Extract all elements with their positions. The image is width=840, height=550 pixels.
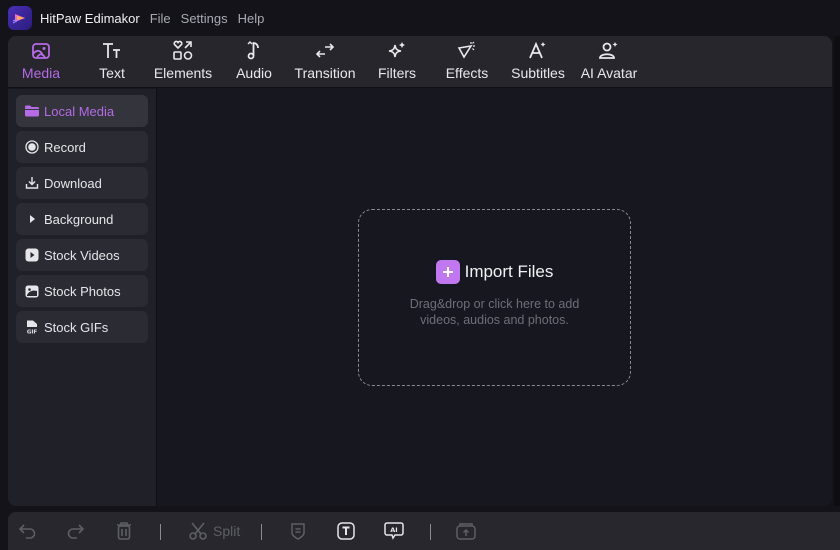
app-logo-icon <box>8 6 32 30</box>
import-hint: Drag&drop or click here to add videos, a… <box>359 296 630 328</box>
tab-label: Transition <box>294 65 356 81</box>
tab-label: Subtitles <box>511 65 565 81</box>
import-hint-line2: videos, audios and photos. <box>420 313 569 327</box>
sidebar-item-stock-gifs[interactable]: GIF Stock GIFs <box>16 311 148 343</box>
title-bar: HitPaw Edimakor File Settings Help <box>0 0 840 36</box>
tab-label: AI Avatar <box>580 65 638 81</box>
split-icon[interactable] <box>188 521 208 541</box>
text-icon <box>100 39 124 63</box>
media-sidebar: Local Media Record Download Background S… <box>8 89 157 506</box>
delete-icon[interactable] <box>114 521 134 541</box>
tab-media[interactable]: Media <box>20 36 62 87</box>
split-label[interactable]: Split <box>213 523 240 539</box>
panel-scrollbar[interactable] <box>834 36 840 506</box>
tab-label: Audio <box>236 65 272 81</box>
tab-subtitles[interactable]: Subtitles <box>510 36 566 87</box>
sidebar-item-background[interactable]: Background <box>16 203 148 235</box>
audio-icon <box>242 39 266 63</box>
media-icon <box>29 39 53 63</box>
export-icon[interactable] <box>456 521 476 541</box>
media-toolbar: Media Text Elements Audio Transition Fil… <box>8 36 832 88</box>
tab-transition[interactable]: Transition <box>295 36 355 87</box>
media-content-area: Import Files Drag&drop or click here to … <box>158 89 832 506</box>
menu-help[interactable]: Help <box>238 11 265 26</box>
text-box-icon[interactable] <box>336 521 356 541</box>
undo-icon[interactable] <box>18 521 38 541</box>
video-icon <box>25 248 39 262</box>
download-icon <box>25 176 39 190</box>
folder-icon <box>25 104 39 118</box>
effects-icon <box>455 39 479 63</box>
app-title: HitPaw Edimakor <box>40 10 140 26</box>
menu-settings[interactable]: Settings <box>181 11 228 26</box>
shield-icon[interactable] <box>288 521 308 541</box>
sidebar-item-label: Record <box>44 139 86 155</box>
ai-avatar-icon <box>597 39 621 63</box>
sidebar-item-label: Local Media <box>44 103 115 119</box>
play-triangle-icon <box>25 212 39 226</box>
photo-icon <box>25 284 39 298</box>
sidebar-item-label: Download <box>44 175 102 191</box>
tab-effects[interactable]: Effects <box>445 36 489 87</box>
tab-label: Media <box>21 65 61 81</box>
tab-filters[interactable]: Filters <box>378 36 416 87</box>
sidebar-item-label: Stock GIFs <box>44 319 109 335</box>
toolbar-divider <box>430 524 431 540</box>
sidebar-item-record[interactable]: Record <box>16 131 148 163</box>
svg-text:AI: AI <box>390 526 397 534</box>
transition-icon <box>313 39 337 63</box>
filters-icon <box>385 39 409 63</box>
import-dropzone[interactable]: Import Files Drag&drop or click here to … <box>358 209 631 386</box>
gif-icon: GIF <box>25 320 39 334</box>
subtitles-icon <box>526 39 550 63</box>
tab-text[interactable]: Text <box>98 36 126 87</box>
ai-chat-icon[interactable]: AI <box>384 521 404 541</box>
sidebar-item-label: Background <box>44 211 114 227</box>
tab-elements[interactable]: Elements <box>153 36 213 87</box>
toolbar-divider <box>160 524 161 540</box>
tab-label: Text <box>99 65 125 81</box>
import-files-button[interactable]: Import Files <box>359 260 630 284</box>
sidebar-item-label: Stock Videos <box>44 247 120 263</box>
redo-icon[interactable] <box>65 521 85 541</box>
sidebar-item-stock-photos[interactable]: Stock Photos <box>16 275 148 307</box>
timeline-toolbar: Split AI <box>8 512 840 550</box>
toolbar-divider <box>261 524 262 540</box>
import-hint-line1: Drag&drop or click here to add <box>409 297 580 311</box>
import-files-label: Import Files <box>464 262 554 281</box>
tab-label: Effects <box>445 65 489 81</box>
tab-label: Elements <box>153 65 213 81</box>
sidebar-item-download[interactable]: Download <box>16 167 148 199</box>
main-panel: Media Text Elements Audio Transition Fil… <box>8 36 832 506</box>
menu-file[interactable]: File <box>150 11 171 26</box>
sidebar-item-label: Stock Photos <box>44 283 121 299</box>
elements-icon <box>171 39 195 63</box>
svg-text:GIF: GIF <box>27 330 38 335</box>
record-icon <box>25 140 39 154</box>
tab-ai-avatar[interactable]: AI Avatar <box>580 36 638 87</box>
sidebar-item-local-media[interactable]: Local Media <box>16 95 148 127</box>
tab-label: Filters <box>377 65 417 81</box>
sidebar-item-stock-videos[interactable]: Stock Videos <box>16 239 148 271</box>
tab-audio[interactable]: Audio <box>236 36 272 87</box>
plus-icon <box>435 260 460 284</box>
